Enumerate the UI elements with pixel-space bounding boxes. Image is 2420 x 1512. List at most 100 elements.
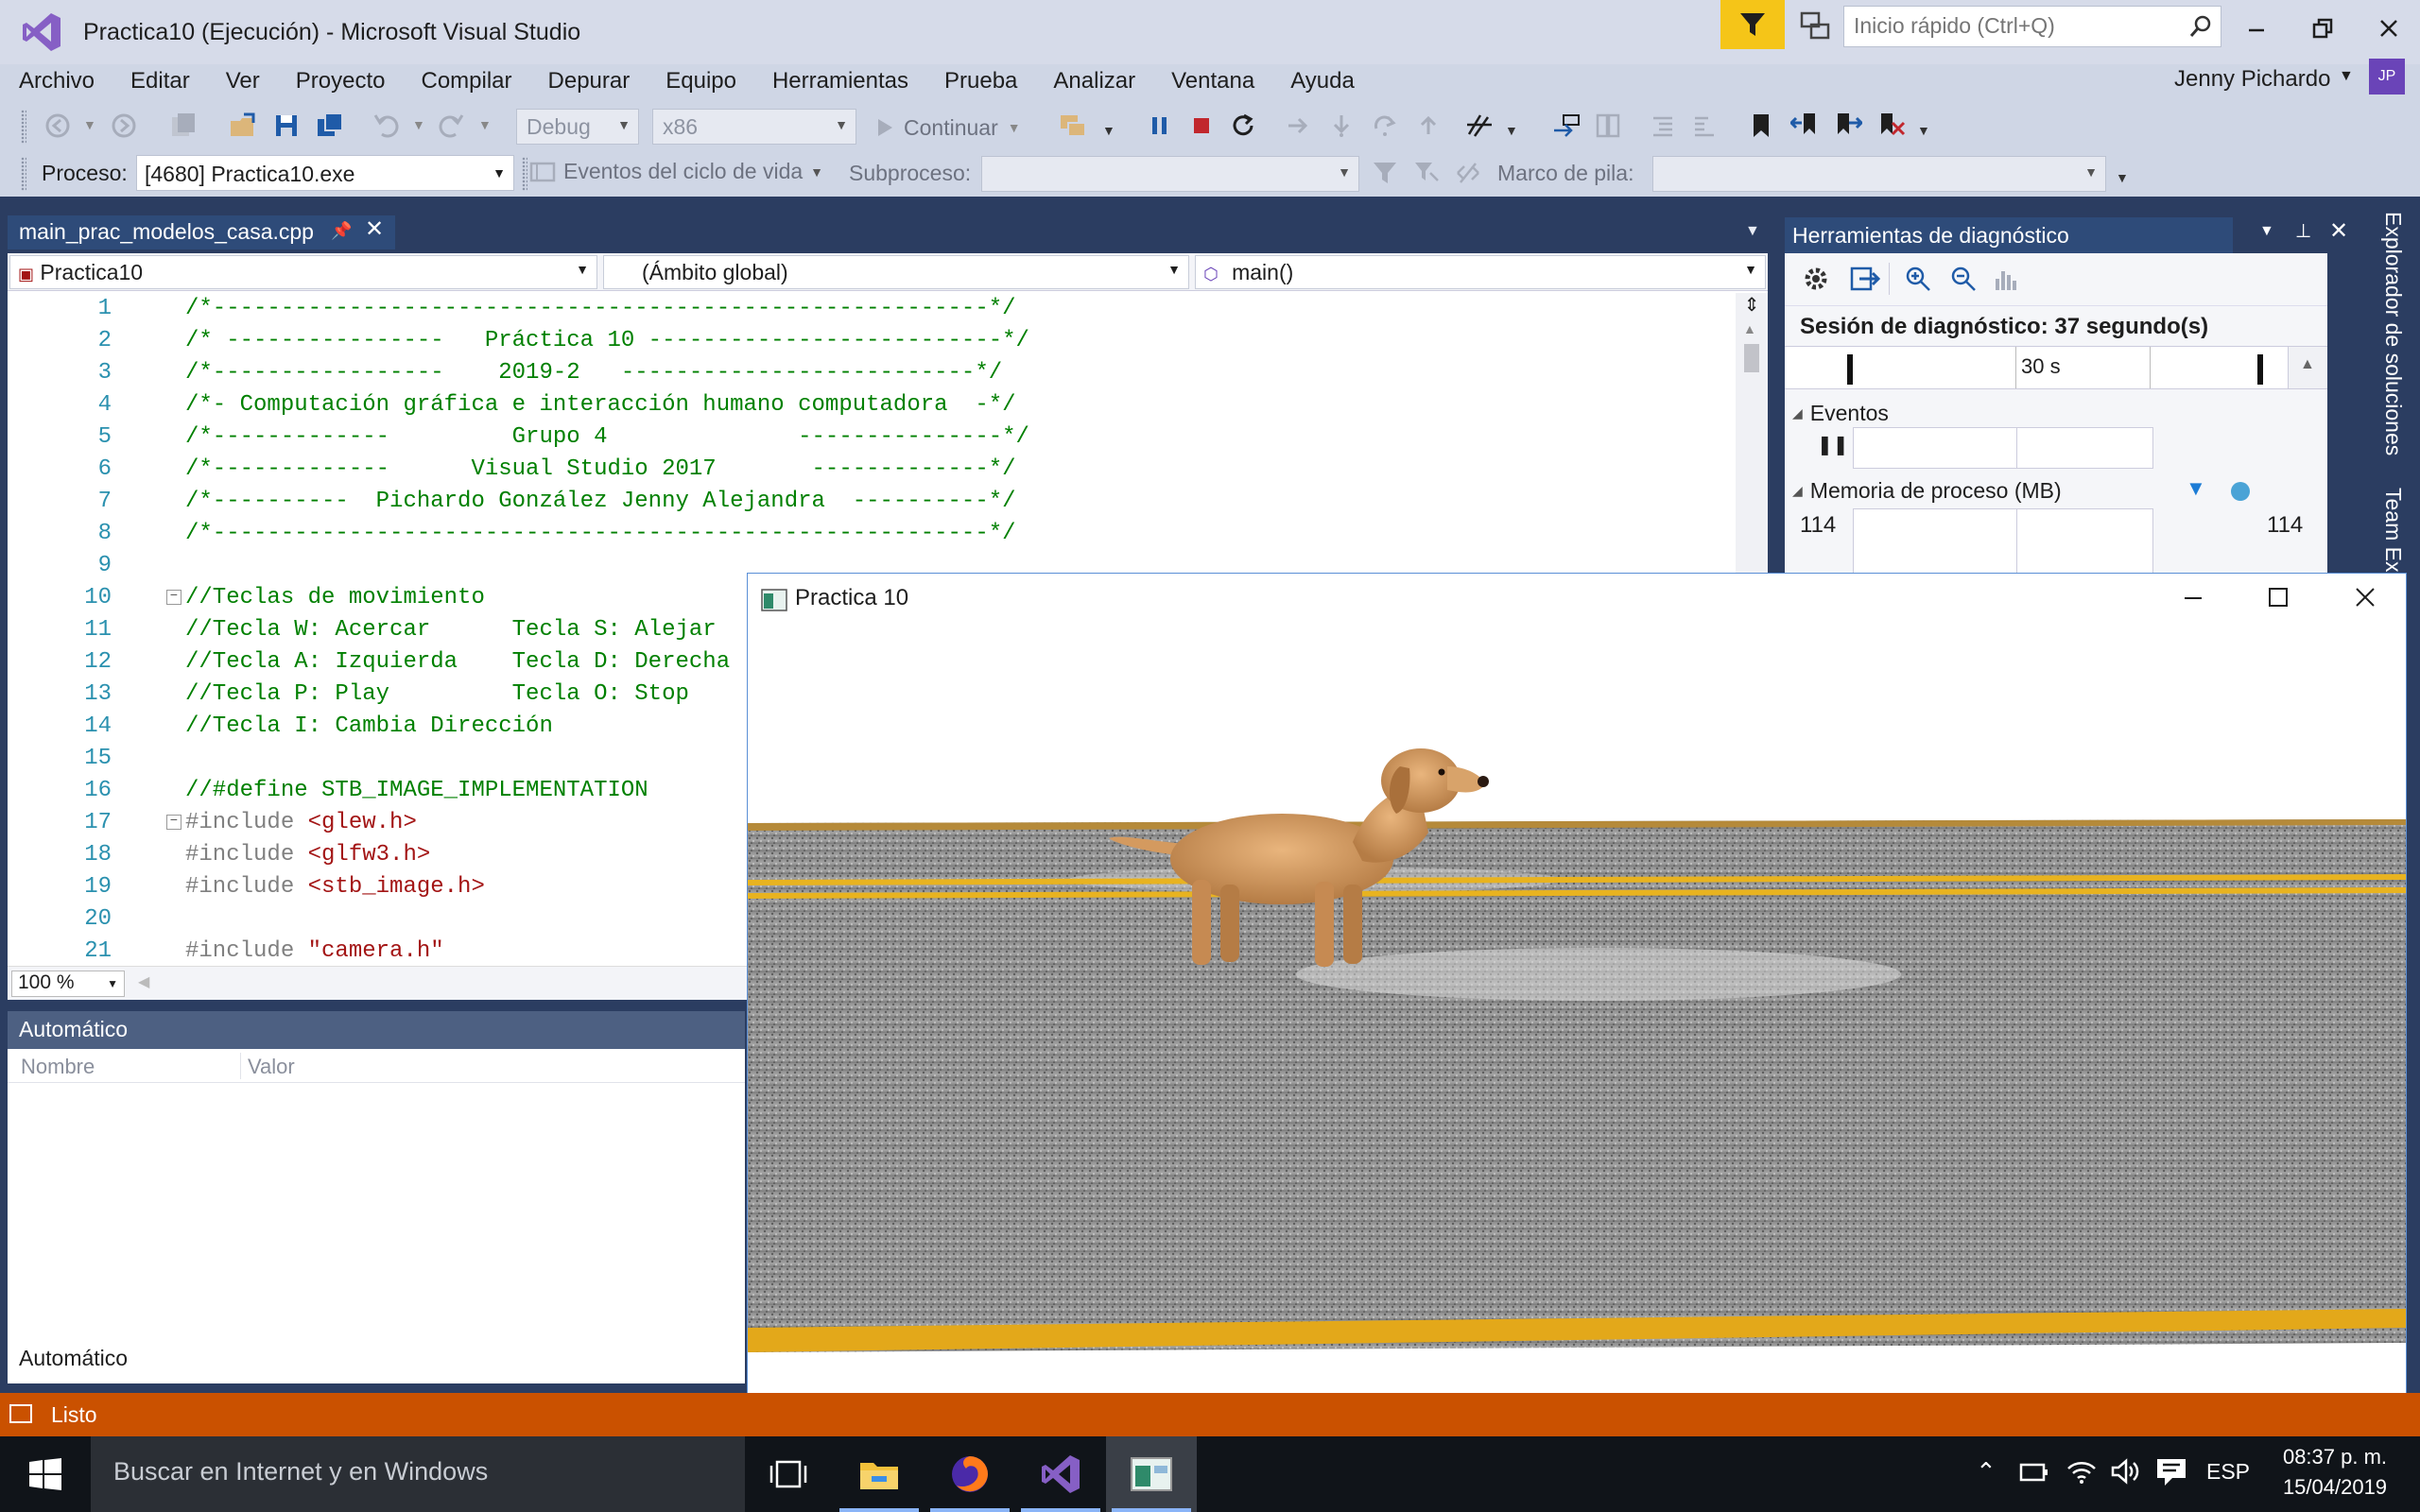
menu-ver[interactable]: Ver	[208, 68, 278, 94]
minimize-button[interactable]	[2233, 9, 2280, 47]
tab-overflow-icon[interactable]: ▼	[1745, 223, 1760, 240]
stop-debugging-icon[interactable]	[1185, 110, 1218, 142]
scroll-left-icon[interactable]: ◀	[138, 972, 149, 991]
export-icon[interactable]	[1849, 263, 1881, 295]
navigate-forward-icon[interactable]	[108, 110, 140, 142]
events-section[interactable]: ◢ Eventos	[1792, 401, 1889, 426]
search-icon[interactable]	[2188, 14, 2213, 39]
tab-automatico[interactable]: Automático	[8, 1340, 140, 1378]
menu-archivo[interactable]: Archivo	[0, 68, 112, 94]
filter-notifications-button[interactable]	[1720, 0, 1785, 49]
menu-ventana[interactable]: Ventana	[1153, 68, 1272, 94]
step-into-icon[interactable]	[1325, 110, 1357, 142]
menu-ayuda[interactable]: Ayuda	[1272, 68, 1373, 94]
split-editor-icon[interactable]: ⇕	[1739, 293, 1764, 318]
member-select[interactable]: ⬡ main() ▼	[1195, 255, 1766, 289]
opengl-viewport[interactable]	[748, 625, 2406, 1426]
restart-icon[interactable]	[1227, 110, 1259, 142]
timeline-end-handle[interactable]	[2257, 354, 2263, 385]
zoom-out-icon[interactable]	[1947, 263, 1979, 295]
panel-menu-icon[interactable]: ▼	[2259, 223, 2274, 240]
back-dropdown-icon[interactable]: ▼	[83, 117, 96, 132]
opengl-app-window[interactable]: Practica 10	[747, 573, 2407, 1427]
solution-platform-select[interactable]: x86 ▼	[652, 109, 856, 145]
show-hidden-icons-icon[interactable]: ⌃	[1976, 1457, 1996, 1486]
menu-equipo[interactable]: Equipo	[648, 68, 754, 94]
code-line[interactable]: 1 /*-------------------------------------…	[8, 293, 1736, 325]
flag-thread-icon[interactable]	[1369, 157, 1401, 189]
hex-display-icon[interactable]	[1463, 110, 1495, 142]
step-out-icon[interactable]	[1412, 110, 1444, 142]
menu-depurar[interactable]: Depurar	[530, 68, 648, 94]
tab-variables-locales[interactable]: Variables locales	[139, 1340, 324, 1378]
new-project-icon[interactable]	[166, 110, 199, 142]
close-tab-icon[interactable]: ✕	[365, 215, 384, 243]
debug-location-overflow-icon[interactable]: ▼	[2116, 170, 2129, 185]
next-bookmark-icon[interactable]	[1832, 110, 1864, 142]
undo-icon[interactable]	[371, 110, 403, 142]
overflow-icon[interactable]: ▼	[1102, 123, 1115, 138]
app-close-button[interactable]	[2351, 583, 2389, 615]
code-line[interactable]: 3 /*----------------- 2019-2 ------------…	[8, 357, 1736, 389]
select-tools-icon[interactable]	[1991, 263, 2023, 295]
menu-prueba[interactable]: Prueba	[926, 68, 1035, 94]
settings-gear-icon[interactable]	[1800, 263, 1832, 295]
account-dropdown-icon[interactable]: ▼	[2339, 68, 2354, 85]
lifecycle-events-button[interactable]: Eventos del ciclo de vida ▼	[529, 159, 823, 184]
project-scope-select[interactable]: ▣ Practica10 ▼	[9, 255, 597, 289]
language-indicator[interactable]: ESP	[2206, 1459, 2250, 1485]
bookmark-icon[interactable]	[1745, 110, 1777, 142]
clear-bookmarks-icon[interactable]	[1876, 110, 1908, 142]
tab-solution-explorer[interactable]: Explorador de soluciones	[2380, 212, 2406, 455]
menu-editar[interactable]: Editar	[112, 68, 208, 94]
text-editor-overflow-icon[interactable]: ▼	[1917, 123, 1930, 138]
task-view-button[interactable]	[743, 1436, 834, 1512]
process-icon[interactable]	[1057, 110, 1089, 142]
process-select[interactable]: [4680] Practica10.exe ▼	[136, 155, 514, 191]
pin-tab-icon[interactable]: 📌	[331, 221, 352, 241]
avatar[interactable]: JP	[2369, 59, 2405, 94]
menu-herramientas[interactable]: Herramientas	[754, 68, 926, 94]
zoom-select[interactable]: 100 % ▼	[11, 971, 125, 997]
thread-select[interactable]: ▼	[981, 156, 1359, 192]
volume-icon[interactable]	[2110, 1457, 2140, 1492]
pin-panel-icon[interactable]: ⊥	[2295, 219, 2311, 243]
global-scope-select[interactable]: (Ámbito global) ▼	[603, 255, 1189, 289]
navigate-back-icon[interactable]	[42, 110, 74, 142]
show-next-statement-icon[interactable]	[1282, 110, 1314, 142]
decrease-indent-icon[interactable]	[1647, 110, 1679, 142]
notifications-icon[interactable]	[2155, 1457, 2187, 1494]
app-maximize-button[interactable]	[2264, 583, 2302, 615]
previous-bookmark-icon[interactable]	[1789, 110, 1821, 142]
taskbar-practica10[interactable]	[1106, 1436, 1197, 1512]
show-flagged-threads-icon[interactable]	[1410, 157, 1443, 189]
solution-configuration-select[interactable]: Debug ▼	[516, 109, 639, 145]
taskbar-visual-studio[interactable]	[1015, 1436, 1106, 1512]
debug-toolbar-overflow-icon[interactable]: ▼	[1505, 123, 1518, 138]
column-value[interactable]: Valor	[248, 1055, 295, 1079]
column-name[interactable]: Nombre	[21, 1055, 95, 1079]
code-line[interactable]: 7 /*---------- Pichardo González Jenny Al…	[8, 486, 1736, 518]
increase-indent-icon[interactable]	[1688, 110, 1720, 142]
quick-launch-input[interactable]	[1844, 7, 2166, 44]
open-file-icon[interactable]	[227, 110, 259, 142]
menu-proyecto[interactable]: Proyecto	[278, 68, 404, 94]
threads-icon[interactable]	[1592, 110, 1624, 142]
events-track[interactable]	[1853, 427, 2153, 469]
stack-frame-select[interactable]: ▼	[1652, 156, 2106, 192]
toolbar-grip[interactable]	[21, 157, 26, 191]
timeline-ruler[interactable]: 30 s ▲	[1785, 346, 2327, 389]
timeline-scrollbar[interactable]: ▲	[2288, 347, 2327, 388]
start-button[interactable]	[0, 1436, 91, 1512]
menu-analizar[interactable]: Analizar	[1035, 68, 1153, 94]
undo-dropdown-icon[interactable]: ▼	[412, 117, 425, 132]
toggle-external-code-icon[interactable]	[1452, 157, 1484, 189]
code-line[interactable]: 2 /* ---------------- Práctica 10 -------…	[8, 325, 1736, 357]
taskbar-file-explorer[interactable]	[834, 1436, 925, 1512]
code-line[interactable]: 5 /*------------- Grupo 4 ---------------…	[8, 421, 1736, 454]
menu-compilar[interactable]: Compilar	[403, 68, 529, 94]
quick-launch-box[interactable]	[1843, 6, 2221, 47]
code-line[interactable]: 4 /*- Computación gráfica e interacción h…	[8, 389, 1736, 421]
pause-events-icon[interactable]: ❚❚	[1817, 433, 1849, 456]
code-line[interactable]: 8 /*-------------------------------------…	[8, 518, 1736, 550]
